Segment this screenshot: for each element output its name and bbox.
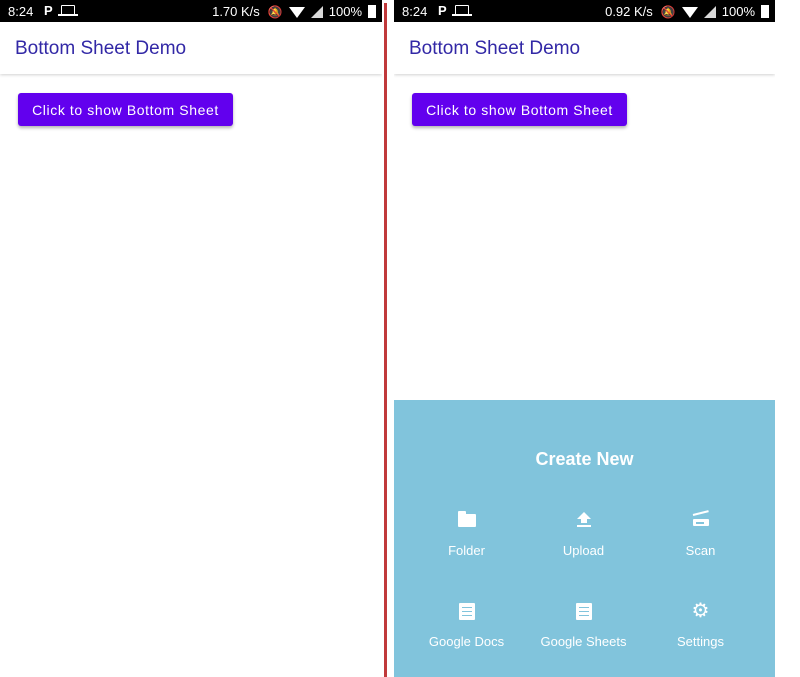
sheet-item-label: Scan <box>685 543 716 558</box>
sheet-item-settings[interactable]: ⚙ Settings <box>638 599 763 669</box>
status-bar: 8:24 P 1.70 K/s 🔕 100% <box>0 0 382 22</box>
scanner-icon <box>689 508 713 532</box>
sheet-item-label: Google Sheets <box>540 634 627 649</box>
sheet-item-scan[interactable]: Scan <box>638 508 763 578</box>
bottom-sheet: Create New Folder Upload Scan Google Doc… <box>394 400 775 677</box>
status-time: 8:24 <box>8 4 34 19</box>
laptop-icon <box>452 5 472 16</box>
sheet-heading: Create New <box>535 449 634 469</box>
battery-percent: 100% <box>721 4 755 19</box>
status-time: 8:24 <box>402 4 428 19</box>
status-right-group: 0.92 K/s 🔕 100% <box>605 4 769 19</box>
network-rate: 1.70 K/s <box>212 4 260 19</box>
sheet-item-upload[interactable]: Upload <box>521 508 646 578</box>
parking-icon: P <box>44 3 53 18</box>
document-icon <box>455 599 479 623</box>
signal-icon <box>310 5 323 18</box>
wifi-icon <box>288 7 305 18</box>
sheet-item-label: Upload <box>562 543 605 558</box>
sheet-item-folder[interactable]: Folder <box>404 508 529 578</box>
app-title: Bottom Sheet Demo <box>15 38 187 59</box>
phone-screen-left: 8:24 P 1.70 K/s 🔕 100% Bottom Sheet Demo… <box>0 0 382 677</box>
app-bar: Bottom Sheet Demo <box>0 22 382 74</box>
app-bar: Bottom Sheet Demo <box>394 22 775 74</box>
battery-icon <box>368 5 376 18</box>
sheet-item-google-sheets[interactable]: Google Sheets <box>521 599 646 669</box>
bell-muted-icon: 🔕 <box>660 4 676 19</box>
folder-icon <box>455 508 479 532</box>
signal-icon <box>703 5 716 18</box>
parking-icon: P <box>438 3 447 18</box>
battery-icon <box>761 5 769 18</box>
sheet-item-label: Settings <box>677 634 724 649</box>
show-bottom-sheet-button[interactable]: Click to show Bottom Sheet <box>412 93 627 126</box>
network-rate: 0.92 K/s <box>605 4 653 19</box>
laptop-icon <box>58 5 78 16</box>
wifi-icon <box>681 7 698 18</box>
document-icon <box>572 599 596 623</box>
show-bottom-sheet-button[interactable]: Click to show Bottom Sheet <box>18 93 233 126</box>
phone-screen-right: 8:24 P 0.92 K/s 🔕 100% Bottom Sheet Demo… <box>394 0 775 677</box>
screen-divider <box>384 3 387 677</box>
upload-icon <box>572 508 596 532</box>
app-title: Bottom Sheet Demo <box>409 38 581 59</box>
battery-percent: 100% <box>328 4 362 19</box>
gear-icon: ⚙ <box>691 600 710 622</box>
status-bar: 8:24 P 0.92 K/s 🔕 100% <box>394 0 775 22</box>
status-right-group: 1.70 K/s 🔕 100% <box>212 4 376 19</box>
sheet-item-label: Google Docs <box>428 634 505 649</box>
sheet-item-label: Folder <box>448 543 485 558</box>
bell-muted-icon: 🔕 <box>267 4 283 19</box>
sheet-item-google-docs[interactable]: Google Docs <box>404 599 529 669</box>
